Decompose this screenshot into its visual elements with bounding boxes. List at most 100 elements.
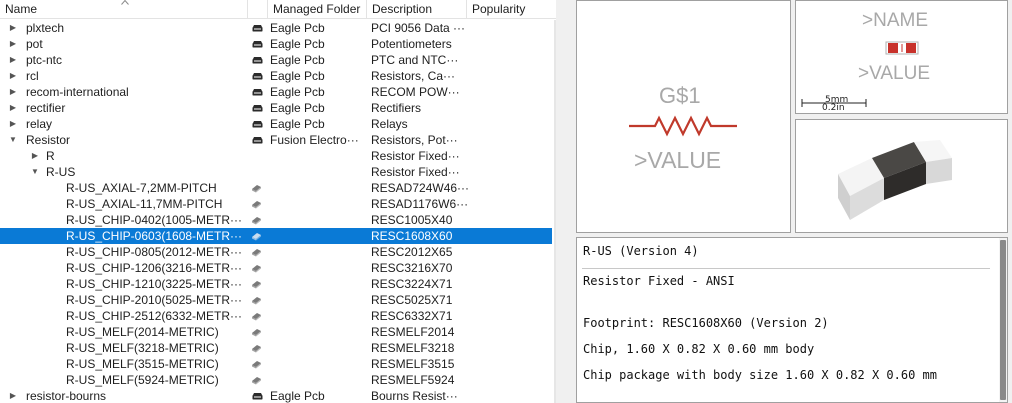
tree-row-managed-folder	[270, 372, 367, 388]
expand-arrow-icon[interactable]: ▶	[30, 148, 40, 164]
library-icon	[252, 57, 263, 64]
3d-package-preview[interactable]	[795, 119, 1008, 233]
tree-row-managed-folder: Eagle Pcb	[270, 85, 325, 99]
tree-row[interactable]: ▶ rcl Eagle Pcb Resistors, Ca···	[0, 68, 552, 84]
tree-row-name-cell: ▶ ptc-ntc	[0, 52, 248, 68]
tree-row[interactable]: ▶ rectifier Eagle Pcb Rectifiers	[0, 100, 552, 116]
tree-row[interactable]: R-US_CHIP-0603(1608-METR··· RESC1608X60	[0, 228, 552, 244]
tree-row[interactable]: R-US_MELF(5924-METRIC) RESMELF5924	[0, 372, 552, 388]
tree-row[interactable]: ▼ Resistor Fusion Electro··· Resistors, Pot…	[0, 132, 552, 148]
tree-row[interactable]: R-US_AXIAL-7,2MM-PITCH RESAD724W46···	[0, 180, 552, 196]
column-header-popularity-label: Popularity	[472, 2, 526, 16]
tree-row-description: RESMELF5924	[371, 373, 455, 387]
tree-row-name: R	[46, 149, 55, 163]
collapse-arrow-icon[interactable]: ▼	[8, 132, 18, 148]
tree-row-managed-folder: Fusion Electro···	[270, 133, 359, 147]
tree-row-name-cell: R-US_MELF(3515-METRIC)	[0, 356, 248, 372]
tree-row-description: RESMELF3218	[371, 341, 455, 355]
info-scrollbar[interactable]	[999, 238, 1007, 402]
column-header-popularity[interactable]: Popularity	[467, 0, 556, 19]
device-icon	[252, 265, 261, 273]
tree-row[interactable]: R-US_CHIP-2512(6332-METR··· RESC6332X71	[0, 308, 552, 324]
expand-arrow-icon[interactable]: ▶	[8, 116, 18, 132]
schematic-symbol-preview[interactable]: G$1 >VALUE	[576, 0, 791, 233]
expand-arrow-icon[interactable]: ▶	[8, 52, 18, 68]
column-header-folder-icon	[248, 0, 268, 19]
tree-row-name: R-US_CHIP-0402(1005-METR···	[66, 213, 243, 227]
tree-row-description: RESC3224X71	[371, 277, 453, 291]
tree-row-name: R-US_MELF(3515-METRIC)	[66, 357, 219, 371]
tree-row-managed-folder	[270, 340, 367, 356]
preview-pane: G$1 >VALUE >NAME >VALUE 5mm 0.2in R-US (…	[574, 0, 1012, 403]
tree-row-name-cell: R-US_CHIP-0402(1005-METR···	[0, 212, 248, 228]
tree-row-name: relay	[26, 117, 53, 131]
part-title: R-US (Version 4)	[583, 244, 699, 258]
tree-row-managed-folder	[270, 148, 367, 164]
tree-row[interactable]: R-US_CHIP-0805(2012-METR··· RESC2012X65	[0, 244, 552, 260]
library-icon	[252, 25, 263, 32]
footprint-name-label: >NAME	[862, 10, 928, 31]
tree-row[interactable]: ▼ R-US Resistor Fixed···	[0, 164, 552, 180]
tree-row[interactable]: R-US_CHIP-2010(5025-METR··· RESC5025X71	[0, 292, 552, 308]
tree-row-name-cell: R-US_AXIAL-11,7MM-PITCH	[0, 196, 248, 212]
tree-row-name-cell: R-US_CHIP-0603(1608-METR···	[0, 228, 248, 244]
tree-row[interactable]: R-US_MELF(3218-METRIC) RESMELF3218	[0, 340, 552, 356]
tree-row[interactable]: R-US_MELF(2014-METRIC) RESMELF2014	[0, 324, 552, 340]
scale-bar: 5mm 0.2in	[801, 94, 867, 113]
tree-row[interactable]: ▶ pot Eagle Pcb Potentiometers	[0, 36, 552, 52]
schematic-value-label: >VALUE	[634, 147, 722, 173]
device-icon	[252, 201, 261, 209]
column-header-description[interactable]: Description	[367, 0, 467, 19]
device-icon	[252, 281, 261, 289]
tree-row-name: plxtech	[26, 21, 65, 35]
library-icon	[252, 89, 263, 96]
tree-row[interactable]: ▶ R Resistor Fixed···	[0, 148, 552, 164]
part-info-panel: R-US (Version 4) Resistor Fixed - ANSI F…	[576, 237, 1008, 403]
tree-row-description: RESC1608X60	[371, 229, 453, 243]
device-icon	[252, 185, 261, 193]
tree-row[interactable]: ▶ resistor-bourns Eagle Pcb Bourns Resist··…	[0, 388, 552, 403]
tree-row[interactable]: ▶ relay Eagle Pcb Relays	[0, 116, 552, 132]
device-icon	[252, 297, 261, 305]
expand-arrow-icon[interactable]: ▶	[8, 36, 18, 52]
expand-arrow-icon[interactable]: ▶	[8, 20, 18, 36]
tree-row-name-cell: R-US_AXIAL-7,2MM-PITCH	[0, 180, 248, 196]
footprint-info: Footprint: RESC1608X60 (Version 2)	[583, 316, 829, 330]
smd-pads-icon	[885, 41, 919, 55]
tree-row[interactable]: ▶ plxtech Eagle Pcb PCI 9056 Data ···	[0, 20, 552, 36]
pane-splitter[interactable]	[556, 0, 574, 403]
tree-row-name: rcl	[26, 69, 39, 83]
column-header-name[interactable]: Name	[0, 0, 248, 19]
tree-row[interactable]: ▶ recom-international Eagle Pcb RECOM POW··…	[0, 84, 552, 100]
tree-row-name: R-US_CHIP-0603(1608-METR···	[66, 229, 243, 243]
column-header-managed-folder[interactable]: Managed Folder	[268, 0, 367, 19]
library-icon	[252, 73, 263, 80]
tree-row-description: Resistors, Ca···	[371, 69, 456, 83]
tree-row-description: RESAD724W46···	[371, 181, 470, 195]
device-icon	[252, 361, 261, 369]
expand-arrow-icon[interactable]: ▶	[8, 68, 18, 84]
tree-row-managed-folder	[270, 164, 367, 180]
tree-row[interactable]: R-US_AXIAL-11,7MM-PITCH RESAD1176W6···	[0, 196, 552, 212]
tree-row[interactable]: R-US_CHIP-1210(3225-METR··· RESC3224X71	[0, 276, 552, 292]
tree-row-name: R-US_AXIAL-7,2MM-PITCH	[66, 181, 217, 195]
expand-arrow-icon[interactable]: ▶	[8, 84, 18, 100]
tree-row-name-cell: ▶ relay	[0, 116, 248, 132]
expand-arrow-icon[interactable]: ▶	[8, 388, 18, 403]
tree-row[interactable]: R-US_MELF(3515-METRIC) RESMELF3515	[0, 356, 552, 372]
tree-row-name-cell: ▶ resistor-bourns	[0, 388, 248, 403]
tree-row-managed-folder	[270, 228, 367, 244]
tree-row-name: recom-international	[26, 85, 129, 99]
collapse-arrow-icon[interactable]: ▼	[30, 164, 40, 180]
footprint-preview[interactable]: >NAME >VALUE 5mm 0.2in	[795, 0, 1008, 114]
scale-in-label: 0.2in	[822, 103, 845, 113]
info-scroll-thumb[interactable]	[1000, 240, 1006, 400]
tree-row[interactable]: R-US_CHIP-1206(3216-METR··· RESC3216X70	[0, 260, 552, 276]
tree-row-name-cell: R-US_CHIP-1210(3225-METR···	[0, 276, 248, 292]
tree-row[interactable]: R-US_CHIP-0402(1005-METR··· RESC1005X40	[0, 212, 552, 228]
tree-row-name: R-US_CHIP-1210(3225-METR···	[66, 277, 243, 291]
expand-arrow-icon[interactable]: ▶	[8, 100, 18, 116]
tree-row[interactable]: ▶ ptc-ntc Eagle Pcb PTC and NTC···	[0, 52, 552, 68]
tree-row-managed-folder	[270, 260, 367, 276]
part-description: Resistor Fixed - ANSI	[583, 274, 735, 288]
